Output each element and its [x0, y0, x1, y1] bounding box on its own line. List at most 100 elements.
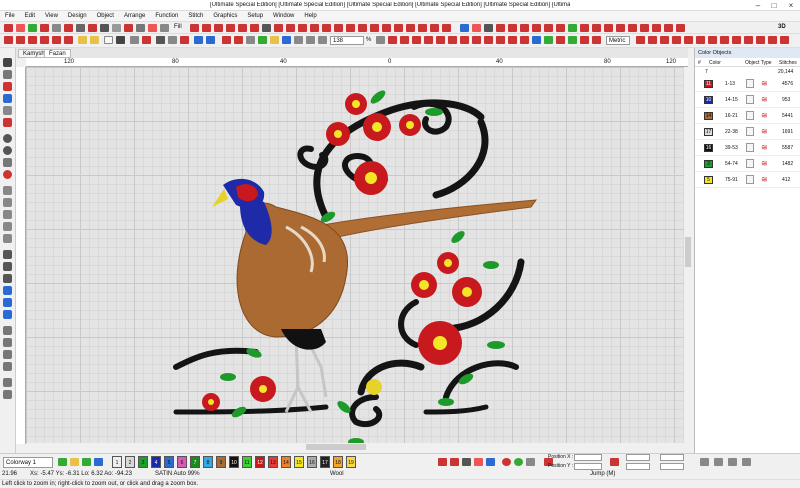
tool-icon[interactable] — [714, 458, 723, 466]
tool-icon[interactable] — [664, 24, 673, 32]
tool-icon[interactable] — [742, 458, 751, 466]
tool-icon[interactable] — [160, 24, 169, 32]
tool-icon[interactable] — [3, 338, 12, 347]
menu-window[interactable]: Window — [268, 11, 299, 19]
tool-icon[interactable] — [40, 36, 49, 44]
folder-icon[interactable] — [90, 36, 99, 44]
tool-icon[interactable] — [52, 36, 61, 44]
tool-icon[interactable] — [234, 36, 243, 44]
tool-icon[interactable] — [484, 36, 493, 44]
zoom-out-icon[interactable] — [318, 36, 327, 44]
palette-color-chip[interactable]: 11 — [242, 456, 252, 468]
summary-row[interactable]: 7 20,144 — [695, 67, 800, 76]
save-icon[interactable] — [116, 36, 125, 44]
height-percent-field[interactable] — [660, 463, 684, 470]
tool-icon[interactable] — [436, 36, 445, 44]
tool-icon[interactable] — [3, 378, 12, 387]
tool-icon[interactable] — [660, 36, 669, 44]
tool-icon[interactable] — [262, 24, 271, 32]
tool-icon[interactable] — [502, 458, 511, 466]
color-object-row[interactable]: 16 39-53 ≋ 5587 — [695, 140, 800, 156]
tool-icon[interactable] — [496, 36, 505, 44]
print-icon[interactable] — [130, 36, 139, 44]
tool-icon[interactable] — [520, 24, 529, 32]
tool-icon[interactable] — [3, 274, 12, 283]
tool-icon[interactable] — [214, 24, 223, 32]
tool-icon[interactable] — [136, 24, 145, 32]
menu-stitch[interactable]: Stitch — [183, 11, 208, 19]
tool-icon[interactable] — [580, 36, 589, 44]
palette-color-chip[interactable]: 16 — [307, 456, 317, 468]
width-percent-field[interactable] — [660, 454, 684, 461]
tool-icon[interactable] — [94, 458, 103, 466]
tool-icon[interactable] — [400, 36, 409, 44]
tool-icon[interactable] — [610, 458, 619, 466]
tool-icon[interactable] — [190, 24, 199, 32]
tool-icon[interactable] — [496, 24, 505, 32]
tool-icon[interactable] — [3, 146, 12, 155]
copy-icon[interactable] — [168, 36, 177, 44]
tool-icon[interactable] — [628, 24, 637, 32]
tool-icon[interactable] — [544, 36, 553, 44]
tab-fazan[interactable]: Fazan — [44, 49, 71, 58]
tool-icon[interactable] — [246, 36, 255, 44]
palette-color-chip[interactable]: 12 — [255, 456, 265, 468]
tool-icon[interactable] — [40, 24, 49, 32]
palette-color-chip[interactable]: 10 — [229, 456, 239, 468]
tool-icon[interactable] — [76, 24, 85, 32]
tool-icon[interactable] — [3, 234, 12, 243]
tool-icon[interactable] — [514, 458, 523, 466]
colorway-select[interactable]: Colorway 1 — [3, 457, 53, 468]
undo-icon[interactable] — [194, 36, 203, 44]
tool-icon[interactable] — [322, 24, 331, 32]
tool-icon[interactable] — [684, 36, 693, 44]
menu-view[interactable]: View — [40, 11, 63, 19]
tool-icon[interactable] — [58, 458, 67, 466]
menu-help[interactable]: Help — [299, 11, 321, 19]
tool-icon[interactable] — [508, 24, 517, 32]
reshape-icon[interactable] — [3, 70, 12, 79]
paste-icon[interactable] — [180, 36, 189, 44]
tool-icon[interactable] — [544, 24, 553, 32]
tool-icon[interactable] — [744, 36, 753, 44]
tool-icon[interactable] — [438, 458, 447, 466]
palette-color-chip[interactable]: 13 — [268, 456, 278, 468]
units-select[interactable]: Metric — [606, 36, 630, 45]
tool-icon[interactable] — [270, 36, 279, 44]
palette-color-chip[interactable]: 2 — [125, 456, 135, 468]
palette-color-chip[interactable]: 14 — [281, 456, 291, 468]
tool-icon[interactable] — [358, 24, 367, 32]
color-object-row[interactable]: 3 54-74 ≋ 1482 — [695, 156, 800, 172]
new-file-icon[interactable] — [104, 36, 113, 44]
tool-icon[interactable] — [100, 24, 109, 32]
tool-icon[interactable] — [3, 82, 12, 91]
tool-icon[interactable] — [3, 286, 12, 295]
tool-icon[interactable] — [124, 24, 133, 32]
menu-function[interactable]: Function — [150, 11, 183, 19]
vertical-scrollbar[interactable] — [684, 67, 692, 444]
tool-icon[interactable] — [450, 458, 459, 466]
horizontal-scrollbar[interactable] — [26, 443, 688, 451]
tool-icon[interactable] — [486, 458, 495, 466]
tool-icon[interactable] — [28, 24, 37, 32]
tool-icon[interactable] — [556, 36, 565, 44]
tool-icon[interactable] — [568, 36, 577, 44]
tool-icon[interactable] — [3, 186, 12, 195]
tool-icon[interactable] — [3, 262, 12, 271]
tool-icon[interactable] — [442, 24, 451, 32]
color-object-row[interactable]: 10 14-15 ≋ 953 — [695, 92, 800, 108]
tool-icon[interactable] — [720, 36, 729, 44]
close-icon[interactable]: × — [783, 0, 799, 11]
palette-color-chip[interactable]: 8 — [203, 456, 213, 468]
tool-icon[interactable] — [556, 24, 565, 32]
palette-color-chip[interactable]: 15 — [294, 456, 304, 468]
menu-graphics[interactable]: Graphics — [208, 11, 242, 19]
tool-icon[interactable] — [708, 36, 717, 44]
menu-arrange[interactable]: Arrange — [119, 11, 150, 19]
menu-setup[interactable]: Setup — [242, 11, 268, 19]
palette-color-chip[interactable]: 9 — [216, 456, 226, 468]
tool-icon[interactable] — [526, 458, 535, 466]
tool-icon[interactable] — [294, 36, 303, 44]
tool-icon[interactable] — [780, 36, 789, 44]
tool-icon[interactable] — [222, 36, 231, 44]
